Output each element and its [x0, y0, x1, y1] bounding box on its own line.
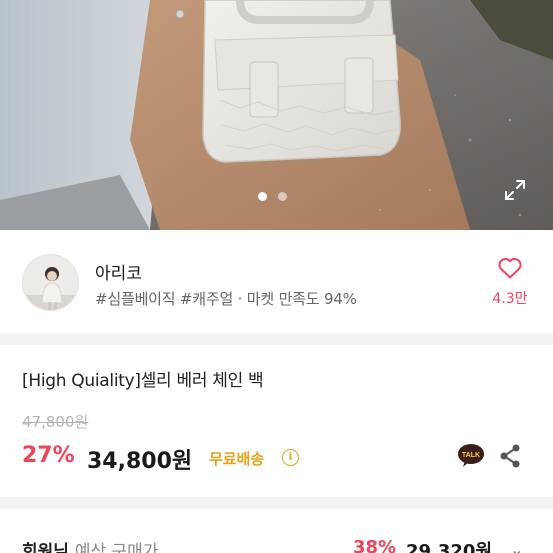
- product-title: [High Quiality]셀리 베러 체인 백: [22, 371, 264, 391]
- like-count: 4.3만: [492, 291, 528, 307]
- share-icon: [500, 444, 520, 468]
- seller-avatar[interactable]: [22, 254, 79, 311]
- discount-rate: 27%: [22, 443, 75, 468]
- sale-price: 34,800원: [87, 449, 193, 474]
- free-shipping-badge: 무료배송: [209, 450, 265, 468]
- member-price: 29,320원: [406, 541, 493, 553]
- share-button[interactable]: [498, 443, 522, 469]
- seller-info[interactable]: 아리코 #심플베이직 #캐주얼 · 마켓 만족도 94% 4.3만: [0, 230, 553, 333]
- section-divider: [0, 333, 553, 345]
- carousel-dot-active[interactable]: [258, 192, 267, 201]
- avatar-image: [23, 255, 78, 310]
- carousel-indicator: [258, 192, 287, 201]
- talk-bubble-icon: TALK: [458, 444, 484, 467]
- kakao-talk-button[interactable]: TALK: [457, 443, 485, 469]
- member-label: 회원님: [22, 542, 69, 553]
- product-image-carousel[interactable]: [0, 0, 553, 230]
- expand-icon: [505, 180, 525, 200]
- carousel-dot[interactable]: [278, 192, 287, 201]
- expand-image-button[interactable]: [500, 175, 530, 205]
- like-button[interactable]: 4.3만: [482, 256, 538, 308]
- member-sublabel: 예상 구매가: [74, 542, 159, 553]
- member-price-label[interactable]: 회원님 예상 구매가: [22, 537, 158, 553]
- heart-outline-icon: [498, 258, 522, 279]
- original-price: 47,800원: [22, 413, 89, 431]
- member-discount-rate: 38%: [353, 537, 397, 553]
- section-divider: [0, 497, 553, 509]
- info-icon[interactable]: i: [282, 449, 299, 466]
- chevron-down-icon[interactable]: ⌄: [510, 540, 523, 553]
- seller-name[interactable]: 아리코: [95, 259, 142, 284]
- seller-tags: #심플베이직 #캐주얼 · 마켓 만족도 94%: [95, 290, 357, 308]
- talk-label: TALK: [462, 452, 480, 459]
